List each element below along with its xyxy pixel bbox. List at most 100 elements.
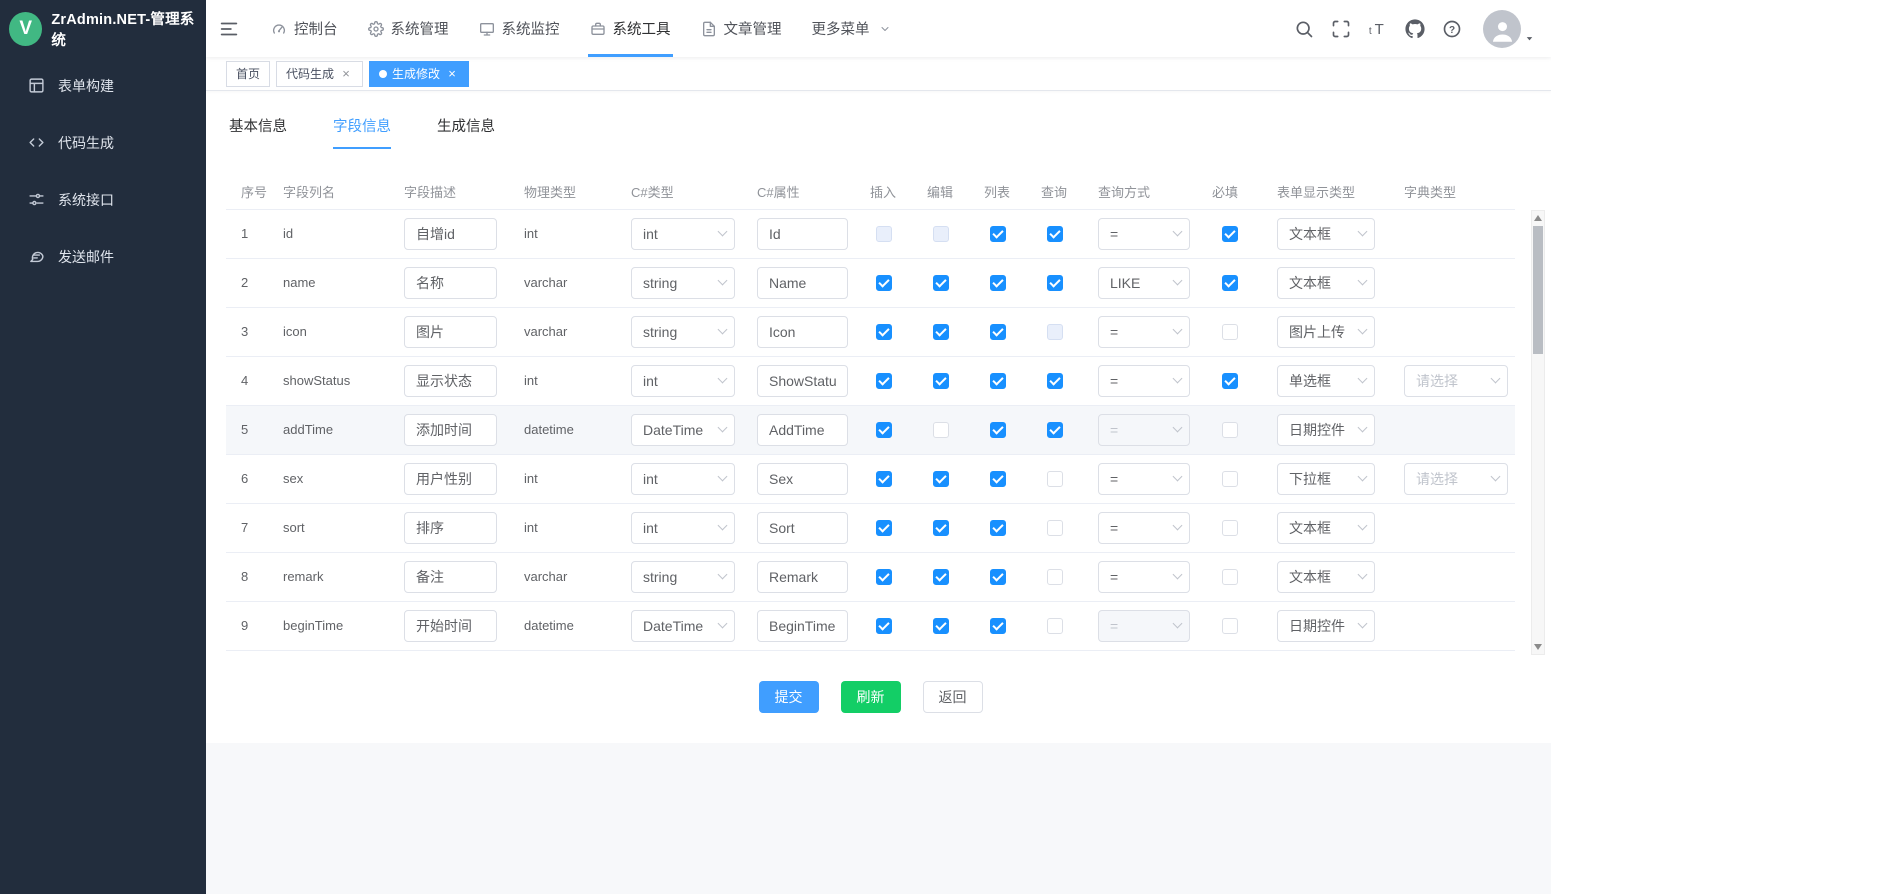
csharp-property-input[interactable]: [757, 512, 848, 544]
query-method-select[interactable]: =: [1098, 414, 1190, 446]
required-checkbox[interactable]: [1222, 471, 1238, 487]
github-icon[interactable]: [1405, 19, 1425, 39]
required-checkbox[interactable]: [1222, 422, 1238, 438]
list-checkbox[interactable]: [990, 373, 1006, 389]
description-input[interactable]: [404, 414, 497, 446]
scroll-thumb[interactable]: [1533, 226, 1543, 354]
query-checkbox[interactable]: [1047, 569, 1063, 585]
list-checkbox[interactable]: [990, 569, 1006, 585]
insert-checkbox[interactable]: [876, 324, 892, 340]
csharp-property-input[interactable]: [757, 218, 848, 250]
csharp-type-select[interactable]: string: [631, 316, 735, 348]
display-type-select[interactable]: 文本框: [1277, 512, 1375, 544]
refresh-button[interactable]: 刷新: [841, 681, 901, 713]
font-size-icon[interactable]: tT: [1368, 19, 1388, 39]
tag-tab[interactable]: 代码生成×: [276, 61, 363, 87]
edit-checkbox[interactable]: [933, 471, 949, 487]
insert-checkbox[interactable]: [876, 471, 892, 487]
nav-item-gear[interactable]: 系统管理: [353, 0, 464, 57]
edit-checkbox[interactable]: [933, 373, 949, 389]
list-checkbox[interactable]: [990, 618, 1006, 634]
required-checkbox[interactable]: [1222, 275, 1238, 291]
csharp-property-input[interactable]: [757, 414, 848, 446]
list-checkbox[interactable]: [990, 422, 1006, 438]
nav-item-tools[interactable]: 系统工具: [575, 0, 686, 57]
query-checkbox[interactable]: [1047, 471, 1063, 487]
required-checkbox[interactable]: [1222, 569, 1238, 585]
required-checkbox[interactable]: [1222, 324, 1238, 340]
dict-type-select[interactable]: 请选择: [1404, 365, 1508, 397]
csharp-property-input[interactable]: [757, 365, 848, 397]
nav-item-dashboard[interactable]: 控制台: [256, 0, 353, 57]
query-method-select[interactable]: =: [1098, 218, 1190, 250]
avatar[interactable]: [1483, 10, 1535, 48]
logo[interactable]: V ZrAdmin.NET-管理系统: [0, 0, 206, 57]
nav-item-monitor[interactable]: 系统监控: [464, 0, 575, 57]
submit-button[interactable]: 提交: [759, 681, 819, 713]
nav-item-more[interactable]: 更多菜单: [797, 0, 906, 57]
description-input[interactable]: [404, 267, 497, 299]
scroll-down-icon[interactable]: [1534, 644, 1542, 650]
display-type-select[interactable]: 日期控件: [1277, 610, 1375, 642]
query-checkbox[interactable]: [1047, 275, 1063, 291]
tag-tab[interactable]: 首页: [226, 61, 270, 87]
nav-item-article[interactable]: 文章管理: [686, 0, 797, 57]
csharp-property-input[interactable]: [757, 463, 848, 495]
dict-type-select[interactable]: 请选择: [1404, 463, 1508, 495]
required-checkbox[interactable]: [1222, 226, 1238, 242]
edit-checkbox[interactable]: [933, 422, 949, 438]
search-icon[interactable]: [1294, 19, 1314, 39]
insert-checkbox[interactable]: [876, 373, 892, 389]
csharp-type-select[interactable]: DateTime: [631, 610, 735, 642]
fullscreen-icon[interactable]: [1331, 19, 1351, 39]
query-method-select[interactable]: =: [1098, 463, 1190, 495]
description-input[interactable]: [404, 610, 497, 642]
insert-checkbox[interactable]: [876, 569, 892, 585]
edit-checkbox[interactable]: [933, 618, 949, 634]
description-input[interactable]: [404, 561, 497, 593]
csharp-type-select[interactable]: string: [631, 267, 735, 299]
query-method-select[interactable]: =: [1098, 365, 1190, 397]
close-icon[interactable]: ×: [339, 67, 353, 81]
tab-1[interactable]: 字段信息: [333, 115, 391, 149]
csharp-type-select[interactable]: int: [631, 512, 735, 544]
insert-checkbox[interactable]: [876, 520, 892, 536]
query-checkbox[interactable]: [1047, 422, 1063, 438]
insert-checkbox[interactable]: [876, 275, 892, 291]
csharp-type-select[interactable]: string: [631, 561, 735, 593]
csharp-type-select[interactable]: int: [631, 365, 735, 397]
display-type-select[interactable]: 下拉框: [1277, 463, 1375, 495]
list-checkbox[interactable]: [990, 471, 1006, 487]
sidebar-item-api[interactable]: 系统接口: [0, 171, 206, 228]
tab-2[interactable]: 生成信息: [437, 115, 495, 149]
description-input[interactable]: [404, 218, 497, 250]
description-input[interactable]: [404, 365, 497, 397]
query-method-select[interactable]: =: [1098, 512, 1190, 544]
csharp-property-input[interactable]: [757, 610, 848, 642]
table-scrollbar[interactable]: [1531, 210, 1545, 655]
scroll-up-icon[interactable]: [1534, 215, 1542, 221]
display-type-select[interactable]: 文本框: [1277, 218, 1375, 250]
query-checkbox[interactable]: [1047, 618, 1063, 634]
edit-checkbox[interactable]: [933, 275, 949, 291]
display-type-select[interactable]: 单选框: [1277, 365, 1375, 397]
csharp-type-select[interactable]: int: [631, 218, 735, 250]
csharp-property-input[interactable]: [757, 316, 848, 348]
sidebar-item-mail[interactable]: 发送邮件: [0, 228, 206, 285]
insert-checkbox[interactable]: [876, 422, 892, 438]
query-method-select[interactable]: =: [1098, 316, 1190, 348]
query-checkbox[interactable]: [1047, 226, 1063, 242]
csharp-type-select[interactable]: int: [631, 463, 735, 495]
display-type-select[interactable]: 文本框: [1277, 267, 1375, 299]
list-checkbox[interactable]: [990, 226, 1006, 242]
display-type-select[interactable]: 图片上传: [1277, 316, 1375, 348]
query-method-select[interactable]: LIKE: [1098, 267, 1190, 299]
required-checkbox[interactable]: [1222, 618, 1238, 634]
list-checkbox[interactable]: [990, 520, 1006, 536]
close-icon[interactable]: ×: [445, 67, 459, 81]
query-checkbox[interactable]: [1047, 373, 1063, 389]
question-icon[interactable]: ?: [1442, 19, 1462, 39]
display-type-select[interactable]: 日期控件: [1277, 414, 1375, 446]
query-method-select[interactable]: =: [1098, 561, 1190, 593]
insert-checkbox[interactable]: [876, 618, 892, 634]
